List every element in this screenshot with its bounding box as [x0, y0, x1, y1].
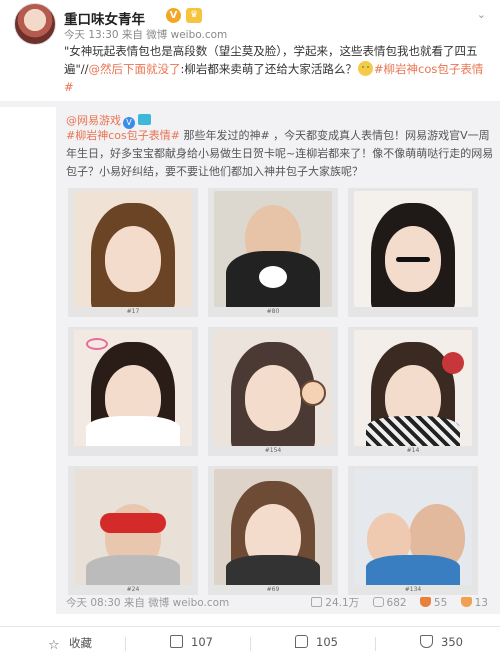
extra-count[interactable]: 13: [460, 597, 488, 609]
photo-thumb[interactable]: #69: [208, 466, 338, 595]
photo-thumb[interactable]: #154: [208, 327, 338, 456]
action-bar: ☆ 收藏 107 105 350: [0, 626, 500, 660]
avatar[interactable]: [14, 3, 56, 45]
repost-stats: 24.1万 682 55 13: [301, 595, 488, 610]
photo-thumb[interactable]: [68, 327, 198, 456]
repost-icon: [170, 635, 183, 648]
photo-caption: [348, 307, 478, 317]
chevron-down-icon[interactable]: ⌄: [477, 8, 486, 21]
like-label: 350: [441, 635, 463, 649]
repost-label: 107: [191, 635, 213, 649]
repost-icon: [311, 597, 323, 607]
photo-caption: #80: [208, 307, 338, 317]
photo-thumb[interactable]: #17: [68, 188, 198, 317]
smile-emoji-icon: [357, 61, 373, 76]
comment-icon: [295, 635, 308, 648]
photo-thumb[interactable]: [348, 188, 478, 317]
photo-caption: #154: [208, 446, 338, 456]
repost-topic-tag[interactable]: #柳岩神cos包子表情#: [66, 129, 180, 142]
post-text: "女神玩起表情包也是高段数（望尘莫及脸），学起来，这些表情包我也就看了四五遍"/…: [64, 42, 488, 96]
like-button[interactable]: 350: [420, 635, 463, 649]
repost-meta: 今天 08:30 来自 微博 weibo.com: [66, 597, 230, 609]
author-name[interactable]: 重口味女青年: [64, 8, 145, 28]
divider: [375, 637, 376, 651]
photo-caption: #69: [208, 585, 338, 595]
photo-image: [74, 191, 192, 307]
comment-icon: [372, 597, 384, 607]
photo-caption: #17: [68, 307, 198, 317]
photo-image: [214, 469, 332, 585]
photo-image: [74, 330, 192, 446]
photo-thumb[interactable]: #14: [348, 327, 478, 456]
comment-button[interactable]: 105: [295, 635, 338, 649]
repost-author-name[interactable]: @网易游戏: [66, 114, 121, 127]
photo-thumb[interactable]: #80: [208, 188, 338, 317]
photo-image: [214, 330, 332, 446]
camera-badge-icon: [138, 114, 151, 125]
divider: [250, 637, 251, 651]
photo-image: [354, 330, 472, 446]
photo-caption: #134: [348, 585, 478, 595]
photo-thumb[interactable]: #134: [348, 466, 478, 595]
verified-badge-icon: V: [166, 8, 181, 23]
post-text-mid: :柳岩都来卖萌了还给大家活路么？: [180, 62, 357, 76]
photo-thumb[interactable]: #24: [68, 466, 198, 595]
like-count[interactable]: 55: [419, 597, 447, 609]
comment-label: 105: [316, 635, 338, 649]
post-meta: 今天 13:30 来自 微博 weibo.com: [64, 29, 228, 41]
like-icon: [419, 597, 431, 607]
photo-image: [214, 191, 332, 307]
vip-crown-icon: ♛: [186, 8, 202, 23]
repost-count[interactable]: 24.1万: [311, 597, 359, 609]
comment-count[interactable]: 682: [372, 597, 407, 609]
favorite-button[interactable]: ☆ 收藏: [48, 635, 92, 653]
photo-caption: #24: [68, 585, 198, 595]
photo-caption: [68, 446, 198, 456]
photo-image: [74, 469, 192, 585]
divider: [125, 637, 126, 651]
thumb-icon: [460, 597, 472, 607]
photo-image: [354, 191, 472, 307]
mention-link[interactable]: @然后下面就没了: [89, 62, 181, 76]
photo-image: [354, 469, 472, 585]
repost-card: @网易游戏 V #柳岩神cos包子表情# 那些年发过的神# ，今天都变成真人表情包…: [56, 106, 500, 614]
photo-caption: #14: [348, 446, 478, 456]
favorite-label: 收藏: [69, 636, 92, 650]
repost-text: #柳岩神cos包子表情# 那些年发过的神# ，今天都变成真人表情包！网易游戏官V…: [66, 127, 494, 181]
repost-button[interactable]: 107: [170, 635, 213, 649]
star-icon: ☆: [48, 638, 60, 653]
thumb-up-icon: [420, 635, 433, 648]
